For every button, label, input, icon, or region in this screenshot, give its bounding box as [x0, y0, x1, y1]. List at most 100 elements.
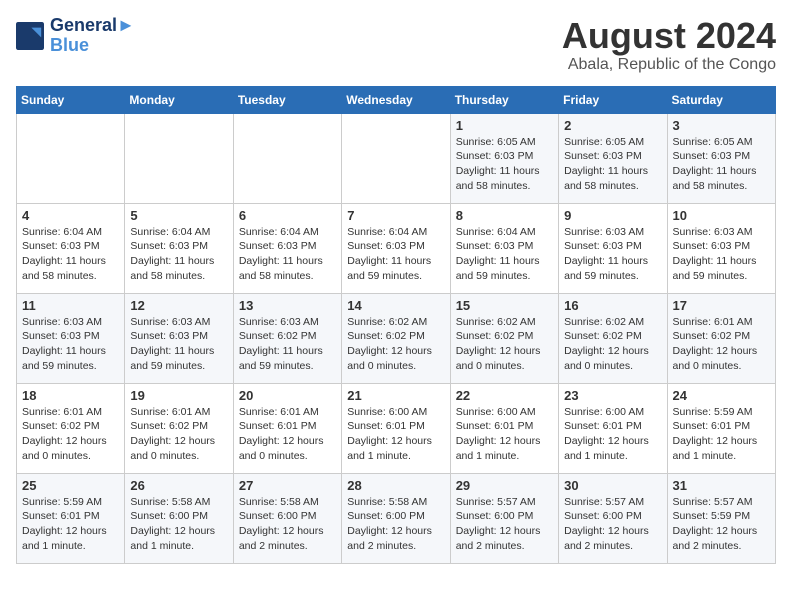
day-number: 22	[456, 388, 553, 403]
day-number: 14	[347, 298, 444, 313]
calendar-cell: 15Sunrise: 6:02 AMSunset: 6:02 PMDayligh…	[450, 293, 558, 383]
calendar-cell: 8 Sunrise: 6:04 AMSunset: 6:03 PMDaylight…	[450, 203, 558, 293]
day-number: 2	[564, 118, 661, 133]
calendar-header: SundayMondayTuesdayWednesdayThursdayFrid…	[17, 86, 776, 113]
day-info: Sunrise: 6:04 AMSunset: 6:03 PMDaylight:…	[22, 225, 119, 284]
calendar-cell: 10Sunrise: 6:03 AMSunset: 6:03 PMDayligh…	[667, 203, 775, 293]
day-info: Sunrise: 6:04 AMSunset: 6:03 PMDaylight:…	[456, 225, 553, 284]
calendar-cell: 20Sunrise: 6:01 AMSunset: 6:01 PMDayligh…	[233, 383, 341, 473]
calendar-cell: 21Sunrise: 6:00 AMSunset: 6:01 PMDayligh…	[342, 383, 450, 473]
calendar-cell	[17, 113, 125, 203]
day-number: 5	[130, 208, 227, 223]
calendar-cell: 18Sunrise: 6:01 AMSunset: 6:02 PMDayligh…	[17, 383, 125, 473]
day-number: 23	[564, 388, 661, 403]
day-info: Sunrise: 6:04 AMSunset: 6:03 PMDaylight:…	[239, 225, 336, 284]
day-number: 26	[130, 478, 227, 493]
day-info: Sunrise: 6:01 AMSunset: 6:02 PMDaylight:…	[130, 405, 227, 464]
day-info: Sunrise: 6:04 AMSunset: 6:03 PMDaylight:…	[347, 225, 444, 284]
calendar-cell: 28 Sunrise: 5:58 AMSunset: 6:00 PMDayligh…	[342, 473, 450, 563]
week-row-5: 25 Sunrise: 5:59 AMSunset: 6:01 PMDayligh…	[17, 473, 776, 563]
header-friday: Friday	[559, 86, 667, 113]
calendar-cell: 17Sunrise: 6:01 AMSunset: 6:02 PMDayligh…	[667, 293, 775, 383]
calendar-cell: 27 Sunrise: 5:58 AMSunset: 6:00 PMDayligh…	[233, 473, 341, 563]
day-info: Sunrise: 6:03 AMSunset: 6:03 PMDaylight:…	[22, 315, 119, 374]
header-monday: Monday	[125, 86, 233, 113]
logo: General► Blue	[16, 16, 135, 56]
day-info: Sunrise: 5:58 AMSunset: 6:00 PMDaylight:…	[130, 495, 227, 554]
day-number: 9	[564, 208, 661, 223]
day-info: Sunrise: 6:02 AMSunset: 6:02 PMDaylight:…	[347, 315, 444, 374]
calendar-cell: 2 Sunrise: 6:05 AMSunset: 6:03 PMDaylight…	[559, 113, 667, 203]
calendar-cell	[125, 113, 233, 203]
day-info: Sunrise: 5:57 AMSunset: 6:00 PMDaylight:…	[456, 495, 553, 554]
day-info: Sunrise: 5:58 AMSunset: 6:00 PMDaylight:…	[347, 495, 444, 554]
day-number: 13	[239, 298, 336, 313]
day-number: 27	[239, 478, 336, 493]
calendar-body: 1 Sunrise: 6:05 AMSunset: 6:03 PMDaylight…	[17, 113, 776, 563]
day-number: 19	[130, 388, 227, 403]
day-number: 25	[22, 478, 119, 493]
day-info: Sunrise: 5:59 AMSunset: 6:01 PMDaylight:…	[673, 405, 770, 464]
header-tuesday: Tuesday	[233, 86, 341, 113]
title-block: August 2024 Abala, Republic of the Congo	[562, 16, 776, 74]
calendar-cell: 22 Sunrise: 6:00 AMSunset: 6:01 PMDayligh…	[450, 383, 558, 473]
calendar-cell: 6 Sunrise: 6:04 AMSunset: 6:03 PMDaylight…	[233, 203, 341, 293]
calendar-cell: 1 Sunrise: 6:05 AMSunset: 6:03 PMDaylight…	[450, 113, 558, 203]
week-row-4: 18 Sunrise: 6:01 AMSunset: 6:02 PMDayligh…	[17, 383, 776, 473]
day-number: 31	[673, 478, 770, 493]
day-info: Sunrise: 6:02 AMSunset: 6:02 PMDaylight:…	[564, 315, 661, 374]
header-row: SundayMondayTuesdayWednesdayThursdayFrid…	[17, 86, 776, 113]
calendar-cell: 12 Sunrise: 6:03 AMSunset: 6:03 PMDayligh…	[125, 293, 233, 383]
calendar-cell: 26 Sunrise: 5:58 AMSunset: 6:00 PMDayligh…	[125, 473, 233, 563]
calendar-cell	[233, 113, 341, 203]
day-number: 7	[347, 208, 444, 223]
day-number: 10	[673, 208, 770, 223]
day-info: Sunrise: 6:00 AMSunset: 6:01 PMDaylight:…	[456, 405, 553, 464]
week-row-2: 4Sunrise: 6:04 AMSunset: 6:03 PMDaylight…	[17, 203, 776, 293]
day-number: 12	[130, 298, 227, 313]
day-info: Sunrise: 5:57 AMSunset: 6:00 PMDaylight:…	[564, 495, 661, 554]
day-number: 1	[456, 118, 553, 133]
day-info: Sunrise: 5:58 AMSunset: 6:00 PMDaylight:…	[239, 495, 336, 554]
day-info: Sunrise: 6:03 AMSunset: 6:03 PMDaylight:…	[130, 315, 227, 374]
calendar-cell: 16 Sunrise: 6:02 AMSunset: 6:02 PMDayligh…	[559, 293, 667, 383]
calendar-cell: 5 Sunrise: 6:04 AMSunset: 6:03 PMDaylight…	[125, 203, 233, 293]
calendar-cell: 9 Sunrise: 6:03 AMSunset: 6:03 PMDaylight…	[559, 203, 667, 293]
page-subtitle: Abala, Republic of the Congo	[562, 56, 776, 74]
calendar-cell: 19 Sunrise: 6:01 AMSunset: 6:02 PMDayligh…	[125, 383, 233, 473]
day-info: Sunrise: 6:00 AMSunset: 6:01 PMDaylight:…	[347, 405, 444, 464]
week-row-3: 11 Sunrise: 6:03 AMSunset: 6:03 PMDayligh…	[17, 293, 776, 383]
day-number: 17	[673, 298, 770, 313]
header-wednesday: Wednesday	[342, 86, 450, 113]
day-info: Sunrise: 6:00 AMSunset: 6:01 PMDaylight:…	[564, 405, 661, 464]
calendar-cell: 11 Sunrise: 6:03 AMSunset: 6:03 PMDayligh…	[17, 293, 125, 383]
day-number: 29	[456, 478, 553, 493]
calendar-cell: 24Sunrise: 5:59 AMSunset: 6:01 PMDayligh…	[667, 383, 775, 473]
day-info: Sunrise: 6:05 AMSunset: 6:03 PMDaylight:…	[673, 135, 770, 194]
day-number: 3	[673, 118, 770, 133]
day-number: 18	[22, 388, 119, 403]
calendar-cell: 31 Sunrise: 5:57 AMSunset: 5:59 PMDayligh…	[667, 473, 775, 563]
day-number: 15	[456, 298, 553, 313]
calendar-cell: 14 Sunrise: 6:02 AMSunset: 6:02 PMDayligh…	[342, 293, 450, 383]
day-info: Sunrise: 6:05 AMSunset: 6:03 PMDaylight:…	[456, 135, 553, 194]
header-sunday: Sunday	[17, 86, 125, 113]
day-number: 6	[239, 208, 336, 223]
day-info: Sunrise: 5:59 AMSunset: 6:01 PMDaylight:…	[22, 495, 119, 554]
day-info: Sunrise: 5:57 AMSunset: 5:59 PMDaylight:…	[673, 495, 770, 554]
logo-icon	[16, 22, 44, 50]
calendar-table: SundayMondayTuesdayWednesdayThursdayFrid…	[16, 86, 776, 564]
day-info: Sunrise: 6:05 AMSunset: 6:03 PMDaylight:…	[564, 135, 661, 194]
calendar-cell: 25 Sunrise: 5:59 AMSunset: 6:01 PMDayligh…	[17, 473, 125, 563]
logo-text: General► Blue	[50, 16, 135, 56]
week-row-1: 1 Sunrise: 6:05 AMSunset: 6:03 PMDaylight…	[17, 113, 776, 203]
day-number: 28	[347, 478, 444, 493]
day-number: 8	[456, 208, 553, 223]
day-number: 20	[239, 388, 336, 403]
day-info: Sunrise: 6:04 AMSunset: 6:03 PMDaylight:…	[130, 225, 227, 284]
calendar-cell: 23 Sunrise: 6:00 AMSunset: 6:01 PMDayligh…	[559, 383, 667, 473]
day-number: 16	[564, 298, 661, 313]
page-title: August 2024	[562, 16, 776, 56]
day-info: Sunrise: 6:03 AMSunset: 6:03 PMDaylight:…	[564, 225, 661, 284]
day-number: 11	[22, 298, 119, 313]
